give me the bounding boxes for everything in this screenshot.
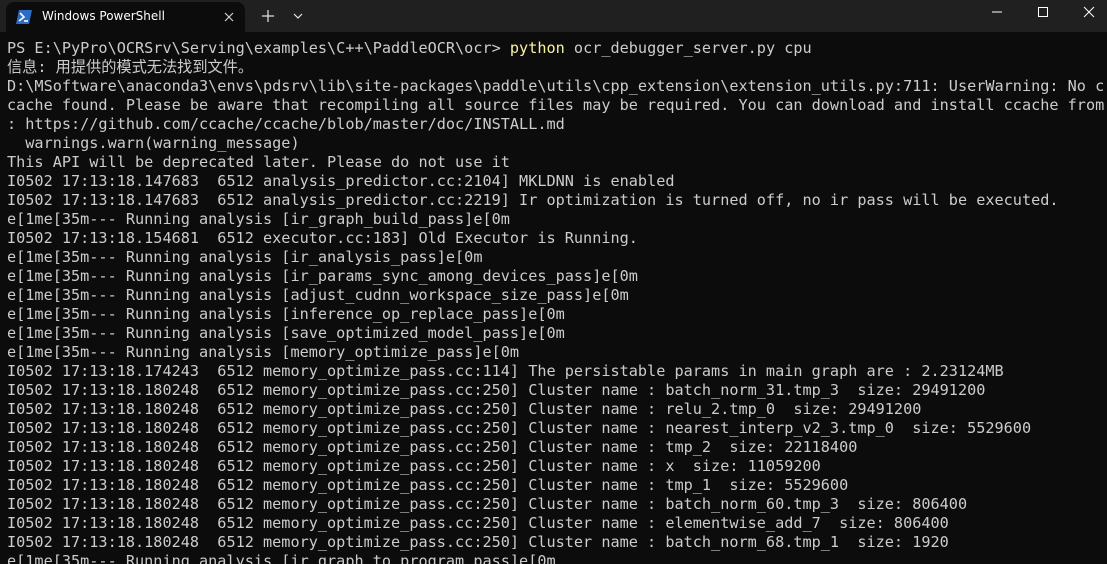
- output-line: e[1me[35m--- Running analysis [ir_analys…: [7, 248, 483, 266]
- output-line: I0502 17:13:18.180248 6512 memory_optimi…: [7, 476, 849, 494]
- output-line: e[1me[35m--- Running analysis [memory_op…: [7, 343, 520, 361]
- output-line: e[1me[35m--- Running analysis [ir_graph_…: [7, 210, 510, 228]
- output-line: I0502 17:13:18.180248 6512 memory_optimi…: [7, 400, 922, 418]
- output-line: I0502 17:13:18.154681 6512 executor.cc:1…: [7, 229, 638, 247]
- output-line: I0502 17:13:18.180248 6512 memory_optimi…: [7, 495, 968, 513]
- output-line: e[1me[35m--- Running analysis [adjust_cu…: [7, 286, 629, 304]
- tab-title: Windows PowerShell: [42, 9, 165, 23]
- plus-icon[interactable]: [257, 6, 279, 26]
- output-line: e[1me[35m--- Running analysis [inference…: [7, 305, 565, 323]
- output-line: I0502 17:13:18.147683 6512 analysis_pred…: [7, 172, 675, 190]
- output-line: I0502 17:13:18.180248 6512 memory_optimi…: [7, 419, 1032, 437]
- output-line: cache found. Please be aware that recomp…: [7, 96, 1105, 114]
- output-line: This API will be deprecated later. Pleas…: [7, 153, 510, 171]
- minimize-icon[interactable]: [974, 0, 1020, 32]
- maximize-icon[interactable]: [1020, 0, 1066, 32]
- output-line: e[1me[35m--- Running analysis [save_opti…: [7, 324, 565, 342]
- prompt-line: PS E:\PyPro\OCRSrv\Serving\examples\C++\…: [7, 39, 1107, 58]
- output-line: warnings.warn(warning_message): [7, 134, 300, 152]
- output-line: I0502 17:13:18.180248 6512 memory_optimi…: [7, 438, 858, 456]
- output-line: D:\MSoftware\anaconda3\envs\pdsrv\lib\si…: [7, 77, 1105, 95]
- chevron-down-icon[interactable]: [289, 6, 307, 26]
- prompt: PS E:\PyPro\OCRSrv\Serving\examples\C++\…: [7, 39, 510, 57]
- title-bar[interactable]: Windows PowerShell: [0, 0, 1107, 32]
- command: python: [509, 39, 565, 57]
- close-icon[interactable]: [1066, 0, 1107, 32]
- command-args: ocr_debugger_server.py cpu: [564, 39, 812, 57]
- output-line: e[1me[35m--- Running analysis [ir_params…: [7, 267, 638, 285]
- console-output[interactable]: PS E:\PyPro\OCRSrv\Serving\examples\C++\…: [0, 39, 1107, 564]
- output-line: e[1me[35m--- Running analysis [ir_graph_…: [7, 552, 556, 564]
- output-line: I0502 17:13:18.174243 6512 memory_optimi…: [7, 362, 1004, 380]
- output-line: I0502 17:13:18.180248 6512 memory_optimi…: [7, 533, 949, 551]
- output-line: I0502 17:13:18.180248 6512 memory_optimi…: [7, 457, 821, 475]
- output-line: I0502 17:13:18.180248 6512 memory_optimi…: [7, 514, 949, 532]
- output-line: I0502 17:13:18.147683 6512 analysis_pred…: [7, 191, 1059, 209]
- powershell-icon: [16, 10, 32, 24]
- output-line: I0502 17:13:18.180248 6512 memory_optimi…: [7, 381, 986, 399]
- output-line: : https://github.com/ccache/ccache/blob/…: [7, 115, 565, 133]
- tab-windows-powershell[interactable]: Windows PowerShell: [6, 2, 245, 32]
- close-tab-icon[interactable]: [221, 9, 237, 25]
- output-line: 信息: 用提供的模式无法找到文件。: [7, 58, 254, 76]
- terminal-window: Windows PowerShell PS E:\PyPro\OCRSrv\Se…: [0, 0, 1107, 564]
